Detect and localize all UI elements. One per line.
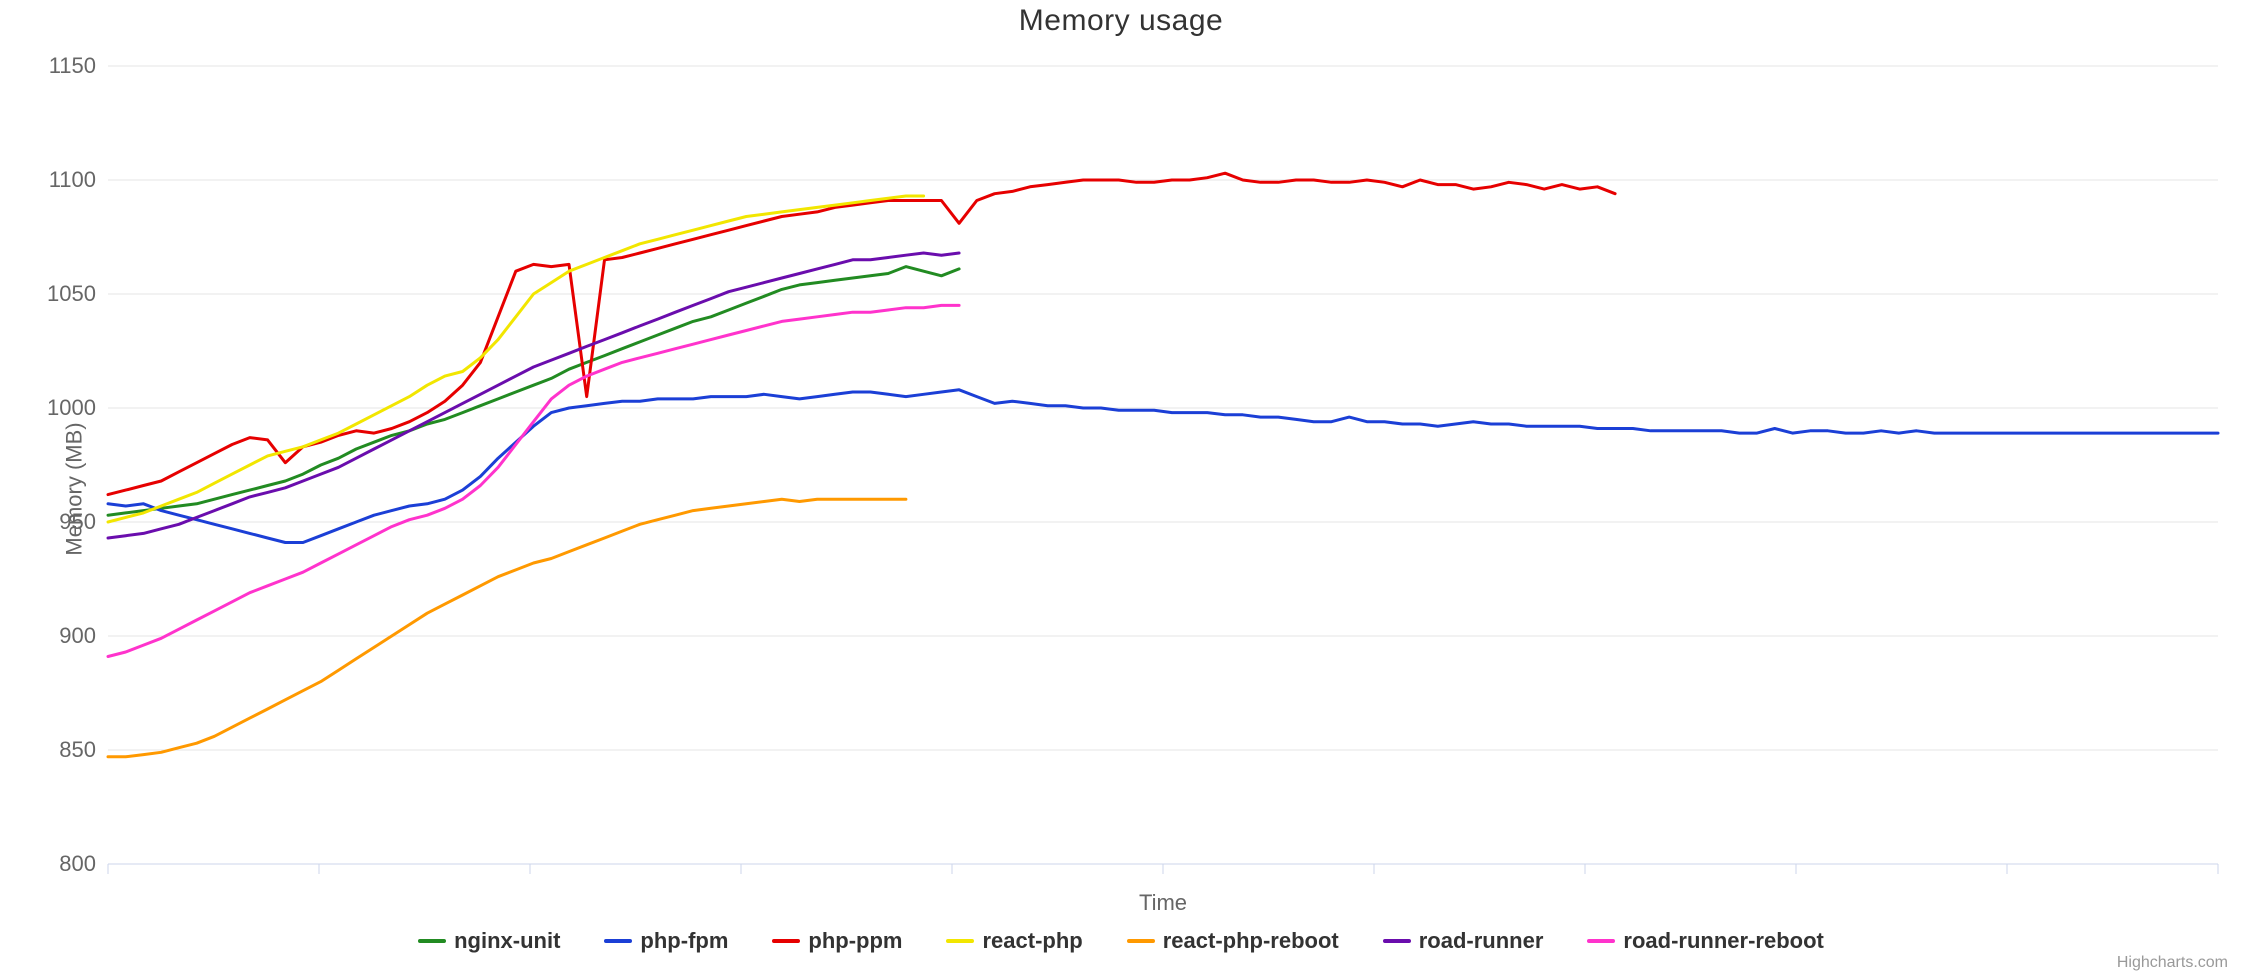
legend-item[interactable]: road-runner	[1383, 928, 1544, 954]
series-line[interactable]	[108, 196, 924, 522]
y-tick-label: 950	[6, 509, 96, 535]
y-tick-label: 850	[6, 737, 96, 763]
legend-swatch	[1587, 939, 1615, 943]
chart-container: Memory usage Memory (MB) 800 850 900 950 100…	[0, 0, 2242, 978]
legend-label: php-fpm	[640, 928, 728, 954]
legend-item[interactable]: php-ppm	[772, 928, 902, 954]
legend-item[interactable]: road-runner-reboot	[1587, 928, 1823, 954]
legend-swatch	[946, 939, 974, 943]
legend-item[interactable]: php-fpm	[604, 928, 728, 954]
series-line[interactable]	[108, 499, 906, 757]
y-axis-label: Memory (MB)	[62, 422, 88, 555]
legend-label: react-php	[982, 928, 1082, 954]
legend-item[interactable]: react-php-reboot	[1127, 928, 1339, 954]
plot-area[interactable]	[108, 66, 2218, 864]
series-line[interactable]	[108, 305, 959, 656]
y-tick-label: 1100	[6, 167, 96, 193]
series-line[interactable]	[108, 173, 1615, 494]
x-axis-label: Time	[108, 890, 2218, 916]
legend-item[interactable]: nginx-unit	[418, 928, 560, 954]
legend-label: react-php-reboot	[1163, 928, 1339, 954]
legend: nginx-unit php-fpm php-ppm react-php react-p…	[0, 928, 2242, 954]
legend-swatch	[604, 939, 632, 943]
y-tick-label: 1000	[6, 395, 96, 421]
legend-label: road-runner	[1419, 928, 1544, 954]
legend-swatch	[418, 939, 446, 943]
legend-label: road-runner-reboot	[1623, 928, 1823, 954]
legend-swatch	[772, 939, 800, 943]
y-tick-label: 800	[6, 851, 96, 877]
y-tick-label: 900	[6, 623, 96, 649]
legend-swatch	[1383, 939, 1411, 943]
y-tick-label: 1150	[6, 53, 96, 79]
credits-link[interactable]: Highcharts.com	[2117, 954, 2228, 972]
legend-label: nginx-unit	[454, 928, 560, 954]
legend-label: php-ppm	[808, 928, 902, 954]
legend-swatch	[1127, 939, 1155, 943]
legend-item[interactable]: react-php	[946, 928, 1082, 954]
series-line[interactable]	[108, 267, 959, 516]
chart-title: Memory usage	[0, 4, 2242, 38]
y-tick-label: 1050	[6, 281, 96, 307]
